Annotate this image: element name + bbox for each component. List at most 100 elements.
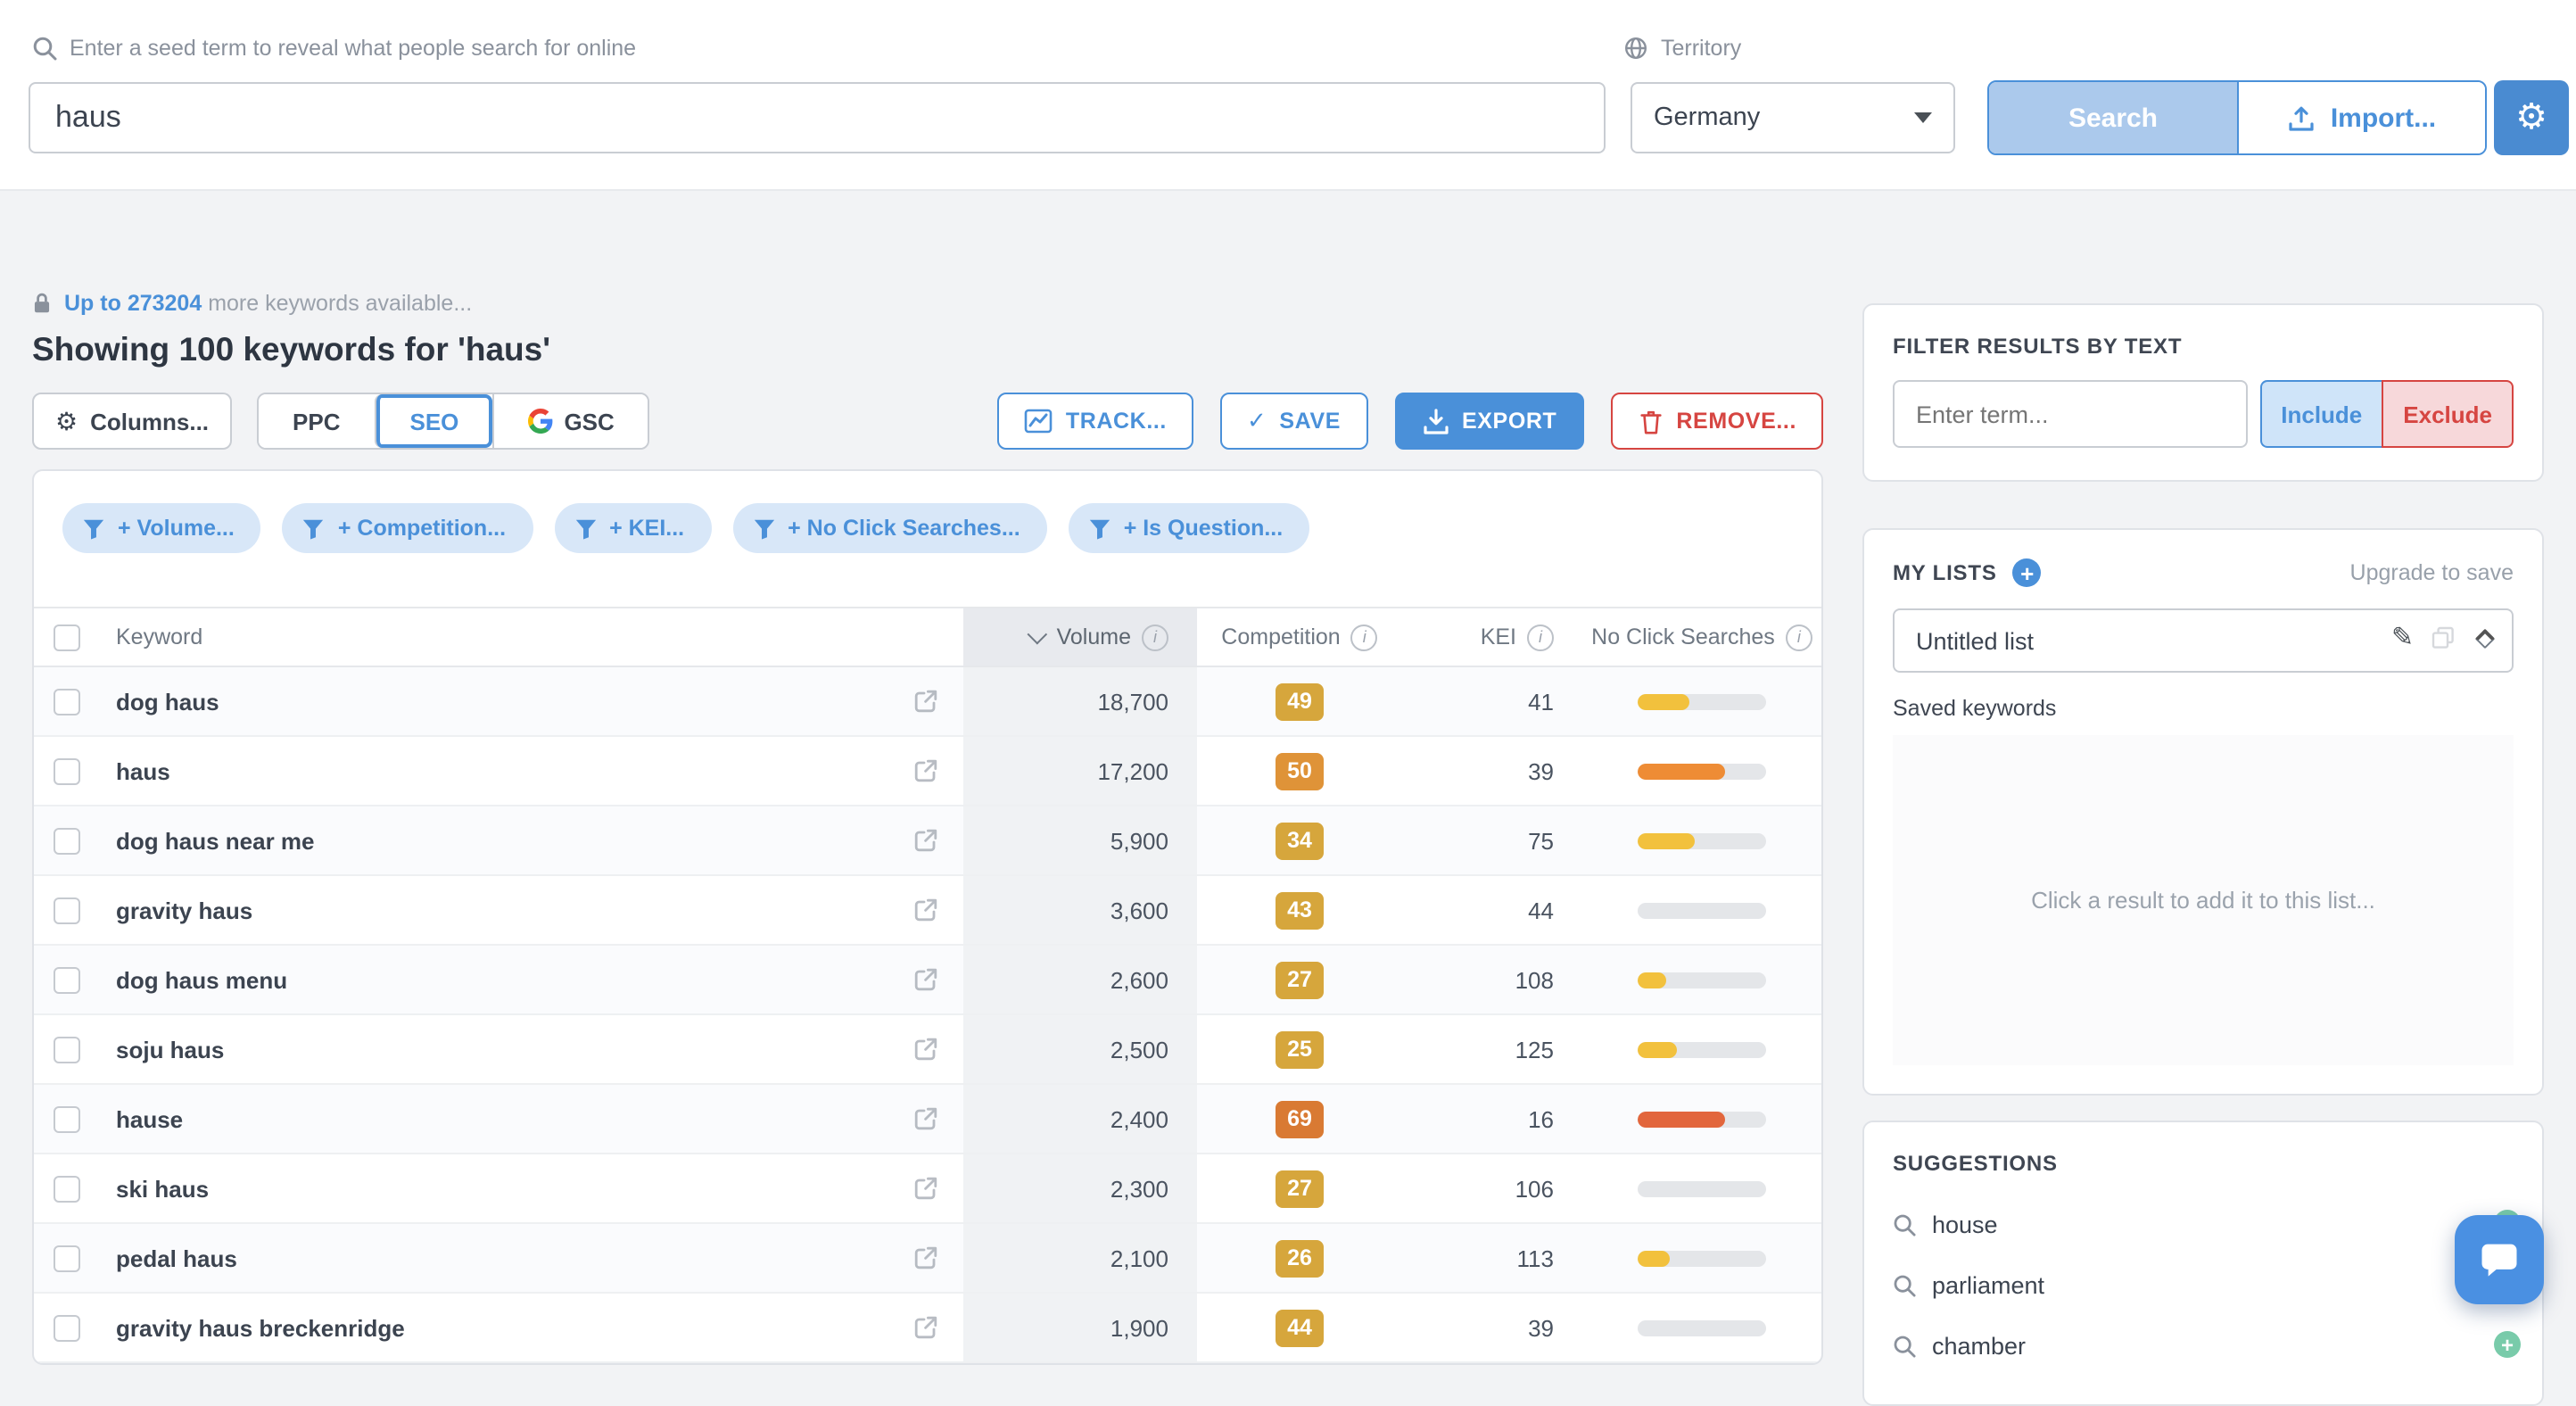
external-link-icon[interactable] (913, 967, 938, 992)
row-checkbox[interactable] (53, 1036, 79, 1063)
header-kei-cell[interactable]: KEI (1402, 608, 1582, 666)
remove-button[interactable]: REMOVE... (1610, 393, 1823, 450)
external-link-icon[interactable] (913, 828, 938, 853)
keyword-text[interactable]: dog haus (116, 688, 219, 715)
no-click-bar (1638, 1250, 1766, 1266)
header-keyword[interactable]: Keyword (116, 624, 202, 649)
filter-chip[interactable]: + No Click Searches... (732, 503, 1047, 553)
header-volume: Volume (1057, 624, 1131, 649)
table-row: gravity haus breckenridge 1,900 44 39 (34, 1294, 1821, 1363)
import-button[interactable]: Import... (2237, 82, 2485, 153)
keyword-text[interactable]: hause (116, 1105, 183, 1132)
info-icon[interactable] (1351, 624, 1378, 650)
filter-chip[interactable]: + Competition... (283, 503, 533, 553)
row-checkbox[interactable] (53, 688, 79, 715)
row-checkbox[interactable] (53, 966, 79, 993)
tab-seo[interactable]: SEO (375, 394, 493, 448)
filter-chip[interactable]: + KEI... (554, 503, 711, 553)
row-checkbox[interactable] (53, 757, 79, 784)
lock-icon (32, 291, 52, 316)
list-name-input[interactable] (1893, 608, 2514, 673)
add-suggestion-icon[interactable]: + (2494, 1331, 2521, 1358)
keyword-text[interactable]: soju haus (116, 1036, 224, 1063)
saved-keywords-empty: Click a result to add it to this list... (1893, 735, 2514, 1065)
row-checkbox[interactable] (53, 1105, 79, 1132)
external-link-icon[interactable] (913, 1245, 938, 1270)
tab-gsc[interactable]: GSC (492, 394, 648, 448)
search-button[interactable]: Search (1989, 82, 2237, 153)
keyword-text[interactable]: gravity haus (116, 897, 252, 923)
territory-hint: Territory (1623, 36, 1741, 61)
header-volume-cell[interactable]: Volume (963, 608, 1197, 666)
row-checkbox[interactable] (53, 1175, 79, 1202)
external-link-icon[interactable] (913, 897, 938, 922)
filter-chip[interactable]: + Is Question... (1069, 503, 1310, 553)
info-icon[interactable] (1527, 624, 1554, 650)
include-button[interactable]: Include (2259, 380, 2382, 448)
results-column: Up to 273204 more keywords available... … (32, 191, 1823, 1365)
keyword-text[interactable]: haus (116, 757, 170, 784)
suggestions-title: SUGGESTIONS (1893, 1151, 2514, 1176)
edit-list-icon[interactable] (2391, 624, 2414, 651)
row-checkbox[interactable] (53, 827, 79, 854)
table-row: pedal haus 2,100 26 113 (34, 1224, 1821, 1294)
funnel-icon (302, 517, 326, 540)
exclude-button[interactable]: Exclude (2382, 380, 2514, 448)
table-row: dog haus menu 2,600 27 108 (34, 946, 1821, 1015)
territory-select[interactable]: Germany (1631, 82, 1955, 153)
external-link-icon[interactable] (913, 1106, 938, 1131)
competition-badge: 26 (1276, 1239, 1324, 1277)
page-title: Showing 100 keywords for 'haus' (32, 330, 1823, 369)
row-checkbox[interactable] (53, 897, 79, 923)
keyword-text[interactable]: dog haus near me (116, 827, 315, 854)
volume-value: 2,100 (1110, 1245, 1168, 1271)
settings-button[interactable] (2494, 80, 2569, 155)
row-checkbox[interactable] (53, 1314, 79, 1341)
select-all-checkbox[interactable] (53, 624, 79, 650)
row-checkbox[interactable] (53, 1245, 79, 1271)
list-name-wrap (1893, 608, 2514, 673)
chat-widget-button[interactable] (2455, 1215, 2544, 1304)
funnel-icon (752, 517, 775, 540)
kei-value: 41 (1528, 688, 1554, 715)
download-icon (1421, 408, 1449, 434)
info-icon[interactable] (1786, 624, 1812, 650)
keyword-text[interactable]: ski haus (116, 1175, 209, 1202)
seed-input[interactable] (29, 82, 1606, 153)
external-link-icon[interactable] (913, 758, 938, 783)
track-button[interactable]: TRACK... (998, 393, 1193, 450)
volume-value: 2,300 (1110, 1175, 1168, 1202)
external-link-icon[interactable] (913, 689, 938, 714)
header-no-click-cell[interactable]: No Click Searches (1582, 608, 1821, 666)
upsell-banner[interactable]: Up to 273204 more keywords available... (32, 291, 1823, 316)
export-button[interactable]: EXPORT (1394, 393, 1583, 450)
no-click-bar-fill (1638, 1250, 1670, 1266)
kei-value: 75 (1528, 827, 1554, 854)
chart-line-icon (1025, 409, 1053, 434)
globe-icon (1623, 36, 1648, 61)
volume-value: 2,500 (1110, 1036, 1168, 1063)
gear-icon (2515, 100, 2547, 136)
keyword-text[interactable]: gravity haus breckenridge (116, 1314, 405, 1341)
keyword-text[interactable]: dog haus menu (116, 966, 287, 993)
info-icon[interactable] (1142, 624, 1168, 650)
save-button[interactable]: SAVE (1220, 393, 1367, 450)
keyword-text[interactable]: pedal haus (116, 1245, 237, 1271)
include-exclude-toggle: Include Exclude (2259, 380, 2514, 448)
external-link-icon[interactable] (913, 1315, 938, 1340)
funnel-icon (1088, 517, 1111, 540)
filter-term-input[interactable] (1893, 380, 2247, 448)
copy-list-icon[interactable] (2432, 626, 2455, 655)
columns-button[interactable]: Columns... (32, 393, 232, 450)
external-link-icon[interactable] (913, 1176, 938, 1201)
filter-chip[interactable]: + Volume... (62, 503, 261, 553)
header-competition-cell[interactable]: Competition (1197, 608, 1402, 666)
suggestion-item[interactable]: chamber + (1893, 1315, 2514, 1376)
external-link-icon[interactable] (913, 1037, 938, 1062)
upgrade-link[interactable]: Upgrade to save (2350, 560, 2514, 585)
suggestion-item[interactable]: house + (1893, 1194, 2514, 1254)
suggestion-item[interactable]: parliament + (1893, 1254, 2514, 1315)
tab-ppc[interactable]: PPC (259, 394, 374, 448)
add-list-icon[interactable]: + (2013, 558, 2042, 587)
chevron-down-icon (1914, 112, 1932, 123)
